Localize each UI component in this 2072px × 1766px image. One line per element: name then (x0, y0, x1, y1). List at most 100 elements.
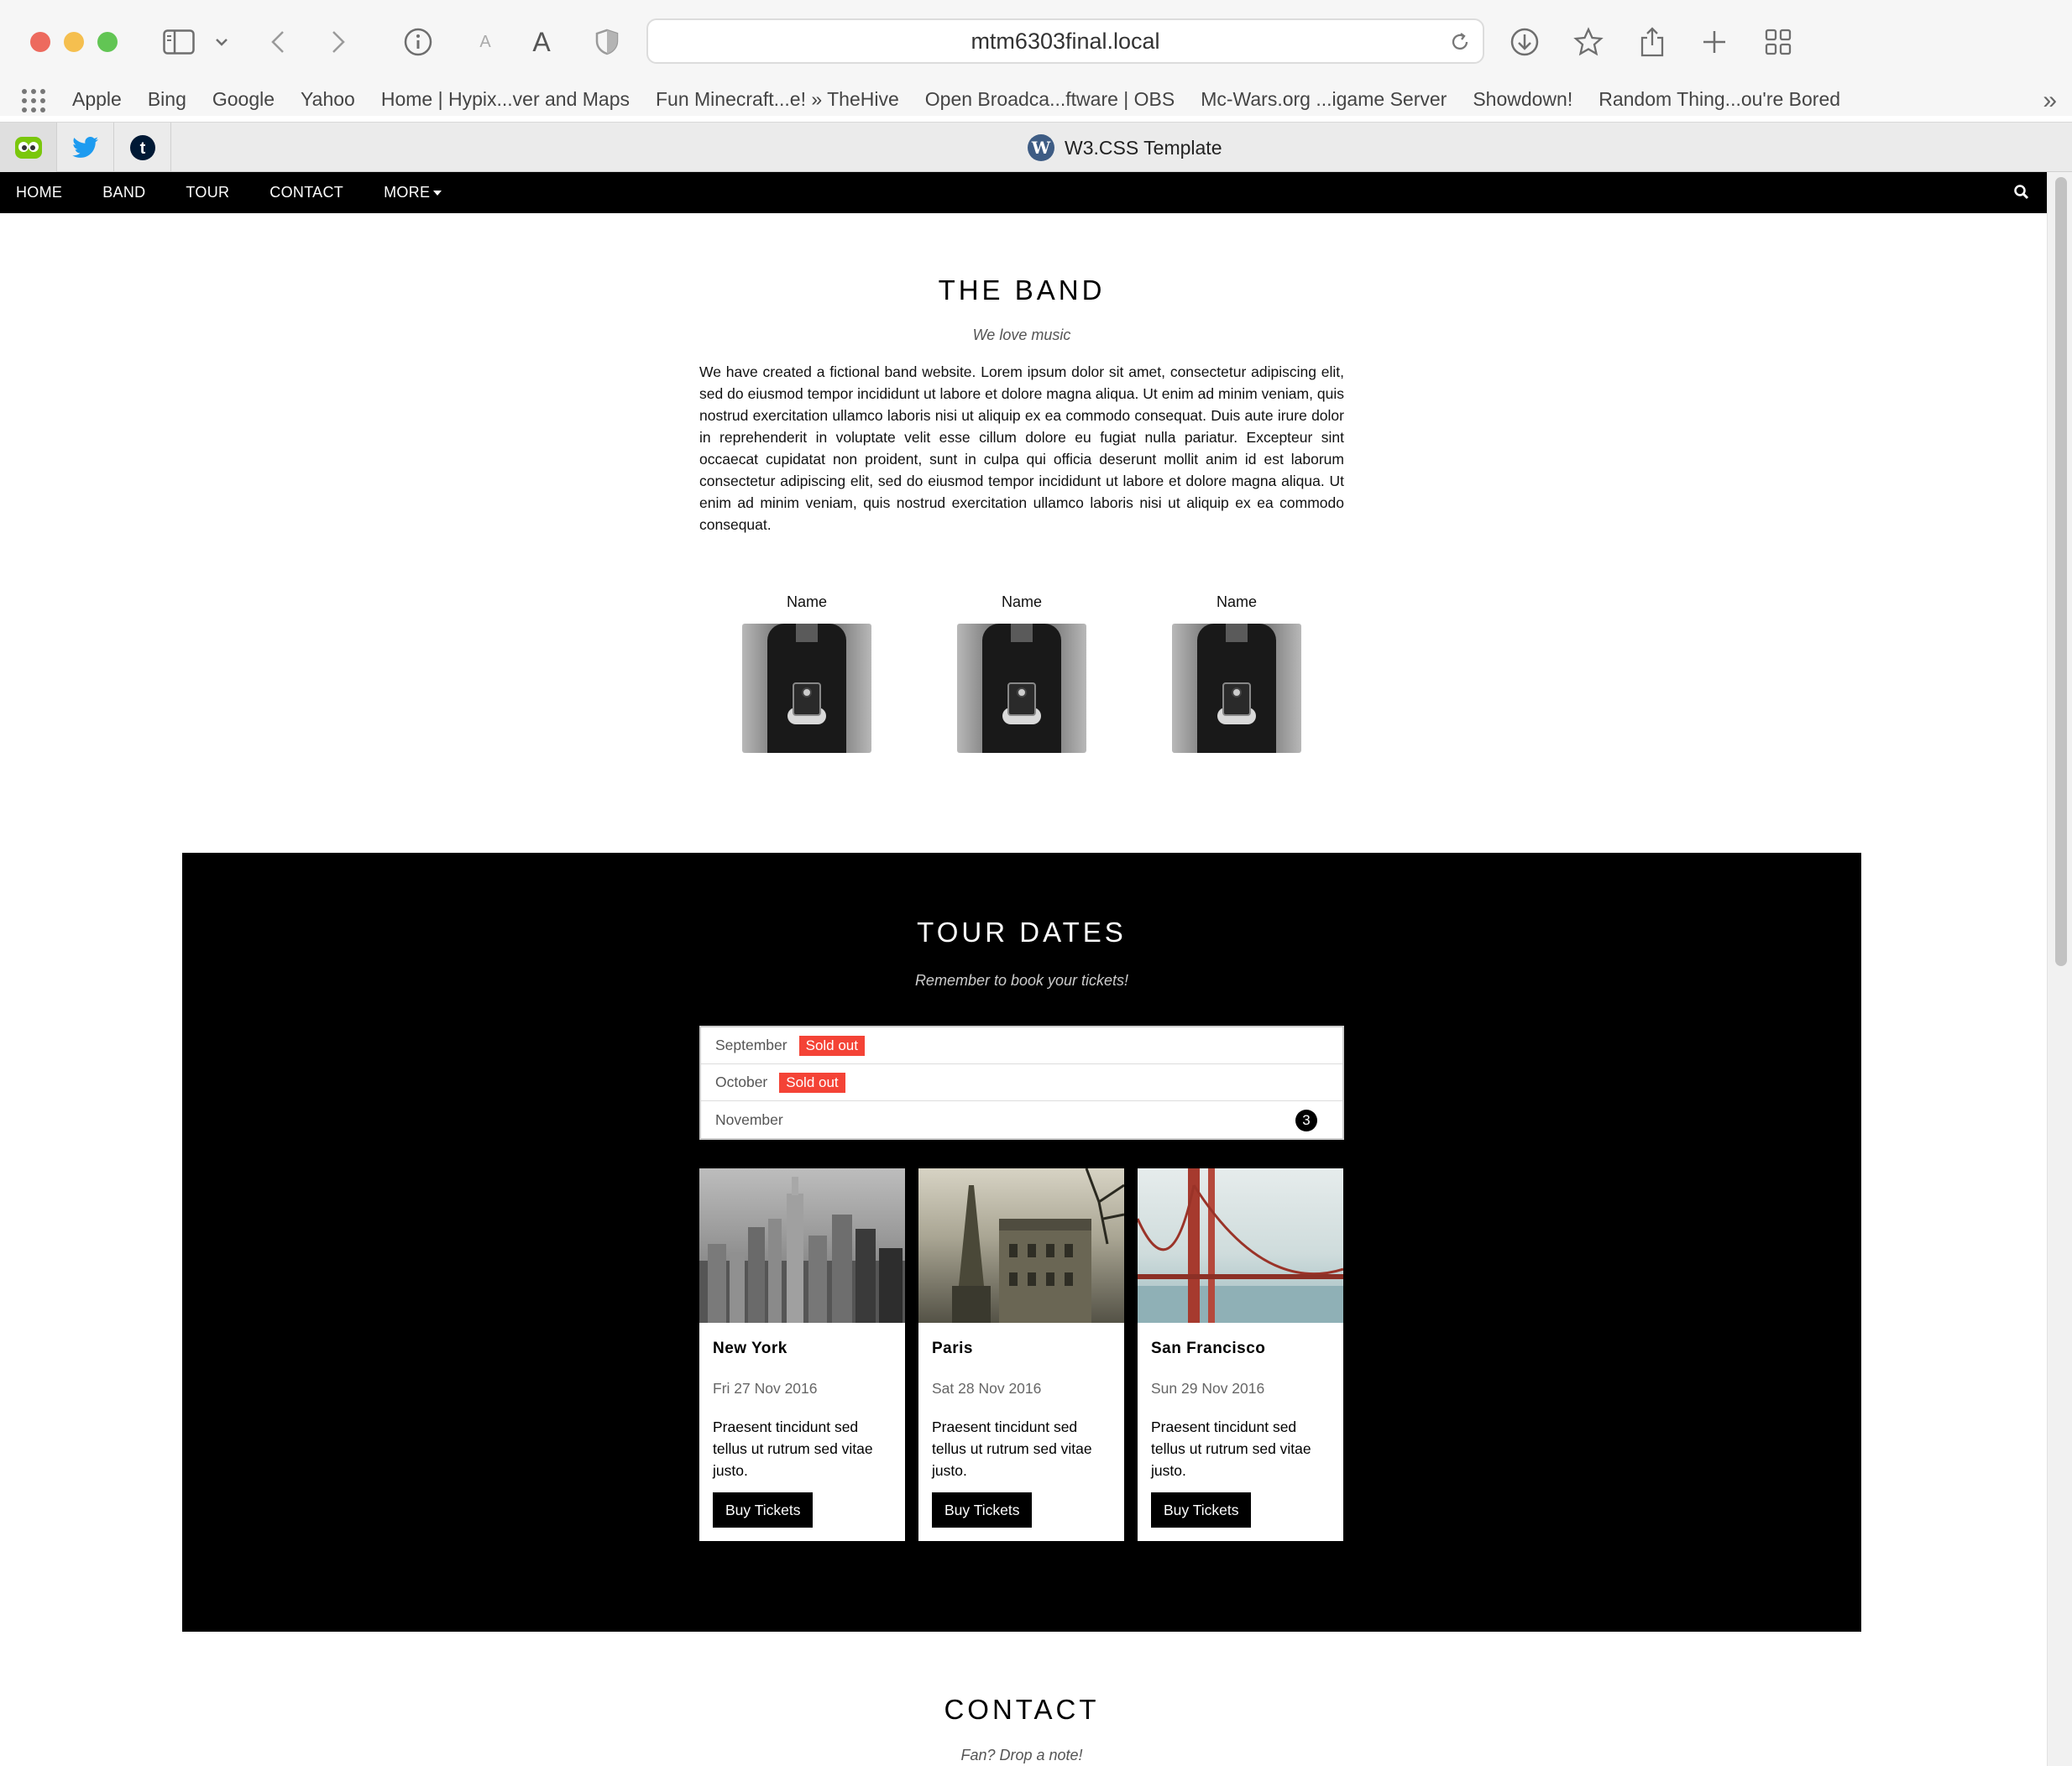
card-city: San Francisco (1151, 1340, 1266, 1357)
tour-section-title: TOUR DATES (917, 917, 1127, 948)
bookmark-yahoo[interactable]: Yahoo (301, 84, 355, 116)
member-name: Name (786, 593, 827, 610)
bookmark-thehive[interactable]: Fun Minecraft...e! » TheHive (656, 84, 899, 116)
month-row: November 3 (701, 1101, 1342, 1138)
twitter-icon (71, 137, 98, 158)
card-date: Sat 28 Nov 2016 (932, 1380, 1042, 1397)
bookmark-bing[interactable]: Bing (148, 84, 186, 116)
browser-toolbar: A A mtm6303final.local (0, 0, 2072, 84)
contact-subtitle: Fan? Drop a note! (960, 1747, 1083, 1763)
card-description: Praesent tincidunt sed tellus ut rutrum … (932, 1419, 1092, 1479)
tour-subtitle: Remember to book your tickets! (914, 972, 1129, 989)
tab-overview-icon[interactable] (1763, 20, 1793, 64)
page-viewport: HOME BAND TOUR CONTACT MORE THE BAND We … (0, 172, 2047, 1766)
url-text: mtm6303final.local (971, 29, 1160, 54)
tour-card: New York Fri 27 Nov 2016 Praesent tincid… (699, 1168, 905, 1541)
forward-icon[interactable] (326, 20, 351, 64)
band-member: Name (740, 593, 874, 753)
nav-more-label: MORE (384, 184, 431, 201)
sold-out-badge: Sold out (779, 1072, 845, 1093)
text-larger-icon[interactable]: A (529, 20, 554, 64)
card-city: Paris (932, 1340, 973, 1357)
zoom-window-button[interactable] (97, 32, 118, 52)
band-description: We have created a fictional band website… (699, 363, 1344, 533)
nav-tour[interactable]: TOUR (165, 172, 249, 213)
buy-tickets-button[interactable]: Buy Tickets (1151, 1492, 1252, 1528)
month-name: October (715, 1074, 768, 1090)
card-date: Sun 29 Nov 2016 (1151, 1380, 1265, 1397)
band-member: Name (1169, 593, 1304, 753)
tour-card: San Francisco Sun 29 Nov 2016 Praesent t… (1138, 1168, 1343, 1541)
minimize-window-button[interactable] (64, 32, 84, 52)
member-name: Name (1216, 593, 1257, 610)
bookmarks-overflow-icon[interactable]: » (2043, 86, 2057, 116)
top-navigation: HOME BAND TOUR CONTACT MORE (0, 172, 2047, 213)
wordpress-icon: W (1028, 134, 1054, 161)
bookmark-random-things[interactable]: Random Thing...ou're Bored (1598, 84, 1840, 116)
text-smaller-icon[interactable]: A (475, 20, 495, 64)
tour-card: Paris Sat 28 Nov 2016 Praesent tincidunt… (918, 1168, 1124, 1541)
info-icon[interactable] (401, 20, 435, 64)
caret-down-icon (433, 191, 442, 196)
nav-contact[interactable]: CONTACT (249, 172, 364, 213)
member-name: Name (1001, 593, 1042, 610)
active-tab[interactable]: W W3.CSS Template (1028, 123, 1222, 173)
reload-icon[interactable] (1449, 31, 1471, 57)
nav-more-dropdown[interactable]: MORE (364, 172, 462, 213)
nav-band[interactable]: BAND (82, 172, 165, 213)
chevron-down-icon[interactable] (212, 20, 232, 64)
star-icon[interactable] (1572, 20, 1605, 64)
tour-section: TOUR DATES Remember to book your tickets… (182, 853, 1861, 1632)
bookmarks-bar: Apple Bing Google Yahoo Home | Hypix...v… (0, 84, 2072, 116)
back-icon[interactable] (265, 20, 290, 64)
month-name: November (715, 1110, 783, 1128)
tour-months-list: September Sold out October Sold out Nove… (699, 1026, 1344, 1140)
svg-text:t: t (139, 139, 145, 158)
sold-out-badge: Sold out (798, 1035, 865, 1056)
paris-image (918, 1168, 1124, 1323)
buy-tickets-button[interactable]: Buy Tickets (713, 1492, 814, 1528)
member-photo (957, 624, 1086, 753)
san-francisco-image (1138, 1168, 1343, 1323)
band-section-title: THE BAND (938, 274, 1106, 306)
month-row: September Sold out (701, 1027, 1342, 1064)
page-scrollbar[interactable] (2047, 172, 2072, 1766)
contact-section-title: CONTACT (944, 1694, 1100, 1725)
band-subtitle: We love music (972, 327, 1071, 343)
member-photo (1172, 624, 1301, 753)
tumblr-icon: t (129, 135, 155, 160)
address-bar[interactable]: mtm6303final.local (646, 18, 1484, 64)
tab-bar: t W W3.CSS Template (0, 122, 2072, 173)
card-city: New York (713, 1340, 787, 1357)
bookmark-hypixel[interactable]: Home | Hypix...ver and Maps (381, 84, 630, 116)
member-photo (742, 624, 871, 753)
sidebar-toggle-icon[interactable] (160, 20, 198, 64)
bookmark-apple[interactable]: Apple (72, 84, 122, 116)
nav-home[interactable]: HOME (0, 172, 82, 213)
buy-tickets-button[interactable]: Buy Tickets (932, 1492, 1033, 1528)
shield-icon[interactable] (593, 20, 621, 64)
pinned-tab-tumblr[interactable]: t (114, 123, 171, 173)
new-tab-icon[interactable] (1699, 20, 1729, 64)
pinned-tab-duolingo[interactable] (0, 123, 57, 173)
downloads-icon[interactable] (1508, 20, 1541, 64)
bookmark-mc-wars[interactable]: Mc-Wars.org ...igame Server (1201, 84, 1447, 116)
card-date: Fri 27 Nov 2016 (713, 1380, 818, 1397)
tour-cards: New York Fri 27 Nov 2016 Praesent tincid… (699, 1168, 1344, 1541)
bookmark-google[interactable]: Google (212, 84, 275, 116)
search-icon[interactable] (2013, 184, 2030, 205)
pinned-tab-twitter[interactable] (57, 123, 114, 173)
bookmark-obs[interactable]: Open Broadca...ftware | OBS (925, 84, 1175, 116)
count-badge: 3 (1295, 1110, 1317, 1131)
close-window-button[interactable] (30, 32, 50, 52)
tab-title: W3.CSS Template (1065, 136, 1222, 159)
share-icon[interactable] (1637, 20, 1667, 64)
duolingo-icon (14, 137, 42, 159)
scrollbar-thumb[interactable] (2055, 177, 2067, 966)
bookmark-showdown[interactable]: Showdown! (1473, 84, 1572, 116)
apps-grid-icon[interactable] (22, 89, 45, 112)
card-description: Praesent tincidunt sed tellus ut rutrum … (713, 1419, 873, 1479)
new-york-image (699, 1168, 905, 1323)
band-member: Name (955, 593, 1089, 753)
card-description: Praesent tincidunt sed tellus ut rutrum … (1151, 1419, 1311, 1479)
